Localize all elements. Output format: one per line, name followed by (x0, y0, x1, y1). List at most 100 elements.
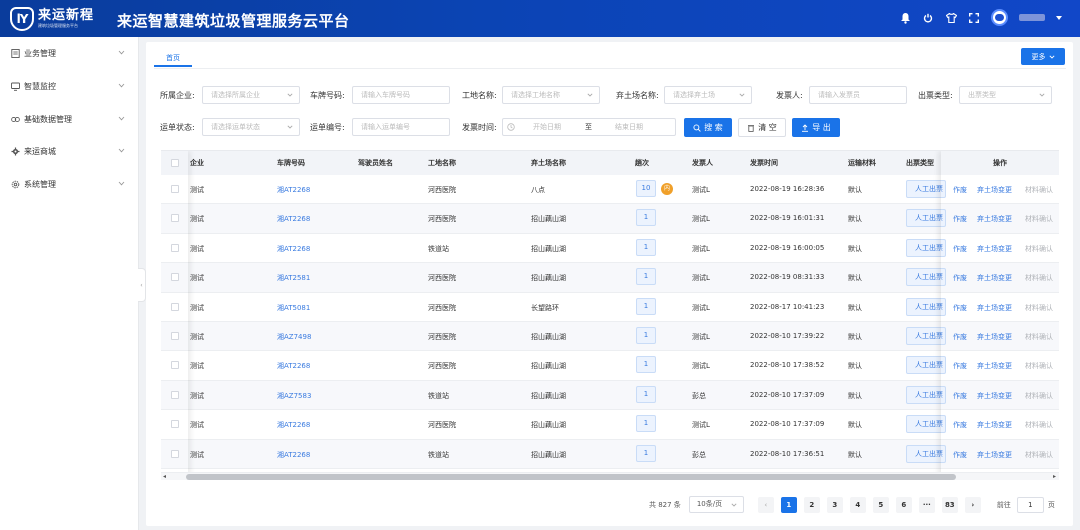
scroll-right-icon[interactable]: ▸ (1053, 473, 1056, 481)
page-button[interactable]: 6 (895, 496, 912, 513)
scroll-thumb[interactable] (186, 474, 956, 480)
export-button[interactable]: 导 出 (792, 118, 840, 137)
ticket-type-button[interactable]: 人工出票 (906, 385, 946, 404)
sidebar-item-mall[interactable]: 来运商城 (0, 141, 139, 161)
dump-label: 弃土场名称: (616, 91, 659, 100)
logo[interactable]: lY 来运新程 建筑垃圾管理服务平台 (10, 5, 94, 32)
clear-button[interactable]: 清 空 (738, 118, 786, 137)
times-badge[interactable]: 1 (636, 385, 656, 403)
cell-plate[interactable]: 湘AT2268 (277, 185, 310, 195)
search-button[interactable]: 搜 索 (684, 118, 732, 137)
times-badge[interactable]: 1 (636, 356, 656, 374)
chevron-down-icon (287, 125, 293, 129)
fullscreen-icon[interactable] (968, 12, 980, 24)
cell-time: 2022-08-10 17:39:22 (750, 332, 825, 340)
page-button[interactable]: ··· (918, 496, 935, 513)
cell-plate[interactable]: 湘AT5081 (277, 303, 310, 313)
start-date-input[interactable]: 开始日期 (533, 119, 561, 135)
column-header-plate[interactable]: 车牌号码 (277, 158, 305, 168)
waybill-input[interactable]: 请输入运单编号 (352, 118, 450, 136)
sidebar-item-business[interactable]: 业务管理 (0, 43, 139, 63)
dump-select[interactable]: 请选择弃土场 (664, 86, 752, 104)
sidebar-item-monitor[interactable]: 智慧监控 (0, 76, 139, 96)
times-badge[interactable]: 1 (636, 209, 656, 227)
column-header-material[interactable]: 运输材料 (848, 158, 876, 168)
ticket-type-select[interactable]: 出票类型 (959, 86, 1052, 104)
ticket-type-button[interactable]: 人工出票 (906, 238, 946, 257)
times-badge[interactable]: 1 (636, 444, 656, 462)
times-badge[interactable]: 1 (636, 268, 656, 286)
ticket-type-button[interactable]: 人工出票 (906, 209, 946, 228)
cell-plate[interactable]: 湘AT2581 (277, 273, 310, 283)
ticket-type-button[interactable]: 人工出票 (906, 444, 946, 463)
cell-plate[interactable]: 湘AT2268 (277, 361, 310, 371)
user-avatar[interactable] (991, 9, 1008, 26)
ticket-type-button[interactable]: 人工出票 (906, 297, 946, 316)
more-button[interactable]: 更多 (1021, 48, 1065, 65)
issuer-input[interactable]: 请输入发票员 (809, 86, 907, 104)
upload-icon (802, 123, 809, 132)
company-select[interactable]: 请选择所属企业 (202, 86, 300, 104)
status-select[interactable]: 请选择运单状态 (202, 118, 300, 136)
times-badge[interactable]: 10 (636, 180, 656, 197)
end-date-input[interactable]: 结束日期 (615, 119, 643, 135)
cell-plate[interactable]: 湘AT2268 (277, 244, 310, 254)
column-header-issuer[interactable]: 发票人 (692, 158, 713, 168)
column-header-time[interactable]: 发票时间 (750, 158, 778, 168)
ticket-type-button[interactable]: 人工出票 (906, 268, 946, 287)
column-header-ticket-type[interactable]: 出票类型 (906, 158, 934, 168)
cell-plate[interactable]: 湘AT2268 (277, 214, 310, 224)
page-button[interactable]: 2 (803, 496, 820, 513)
scroll-left-icon[interactable]: ◂ (163, 473, 166, 481)
next-page-button[interactable]: › (964, 496, 981, 513)
column-header-site[interactable]: 工地名称 (428, 158, 456, 168)
page-button[interactable]: 83 (941, 496, 958, 513)
shirt-icon[interactable] (945, 12, 957, 24)
horizontal-scrollbar[interactable]: ◂ ▸ (161, 472, 1059, 480)
cell-dump: 招山藕山湖 (531, 450, 566, 459)
column-header-times[interactable]: 趟次 (635, 158, 649, 168)
chevron-down-icon[interactable] (1056, 15, 1062, 20)
chevron-down-icon (118, 48, 125, 57)
status-label: 运单状态: (160, 123, 195, 132)
page-size-select[interactable]: 10条/页 (688, 496, 744, 513)
times-badge[interactable]: 1 (636, 327, 656, 344)
ticket-type-button[interactable]: 人工出票 (906, 327, 946, 345)
power-icon[interactable] (922, 12, 934, 24)
settings-icon (11, 180, 20, 189)
sidebar-item-basic-data[interactable]: 基础数据管理 (0, 109, 139, 129)
cell-material: 默认 (848, 333, 862, 341)
sidebar-collapse-handle[interactable]: ‹ (138, 268, 146, 302)
ticket-type-button[interactable]: 人工出票 (906, 356, 946, 375)
site-select[interactable]: 请选择工地名称 (502, 86, 600, 104)
date-range-picker[interactable]: 开始日期 至 结束日期 (502, 118, 676, 136)
user-name-masked[interactable] (1019, 14, 1045, 21)
times-badge[interactable]: 1 (636, 297, 656, 315)
ticket-type-button[interactable]: 人工出票 (906, 415, 946, 434)
cell-company: 测试 (190, 186, 204, 194)
cell-plate[interactable]: 湘AZ7498 (277, 332, 311, 342)
prev-page-button[interactable]: ‹ (757, 496, 774, 513)
page-button[interactable]: 1 (780, 496, 797, 513)
bell-icon[interactable] (899, 12, 911, 24)
plate-input[interactable]: 请输入车牌号码 (352, 86, 450, 104)
cell-plate[interactable]: 湘AT2268 (277, 450, 310, 460)
goto-page-input[interactable]: 1 (1016, 496, 1044, 513)
ticket-type-button[interactable]: 人工出票 (906, 180, 946, 198)
cell-company: 测试 (190, 391, 204, 400)
times-badge[interactable]: 1 (636, 415, 656, 433)
column-header-driver[interactable]: 驾驶员姓名 (358, 158, 393, 168)
column-header-company[interactable]: 企业 (190, 158, 204, 168)
column-header-dump[interactable]: 弃土场名称 (531, 158, 566, 168)
cell-dump: 招山藕山湖 (531, 362, 566, 371)
page-button[interactable]: 5 (872, 496, 889, 513)
sidebar-item-system[interactable]: 系统管理 (0, 174, 139, 194)
table-header: 企业 车牌号码 驾驶员姓名 工地名称 弃土场名称 趟次 发票人 发票时间 运输材… (161, 151, 1059, 175)
cell-plate[interactable]: 湘AT2268 (277, 420, 310, 430)
page-button[interactable]: 3 (826, 496, 843, 513)
tab-home[interactable]: 首页 (154, 50, 192, 67)
times-badge[interactable]: 1 (636, 238, 656, 256)
page-button[interactable]: 4 (849, 496, 866, 513)
cell-plate[interactable]: 湘AZ7583 (277, 391, 311, 401)
cell-time: 2022-08-10 17:37:09 (750, 420, 825, 429)
